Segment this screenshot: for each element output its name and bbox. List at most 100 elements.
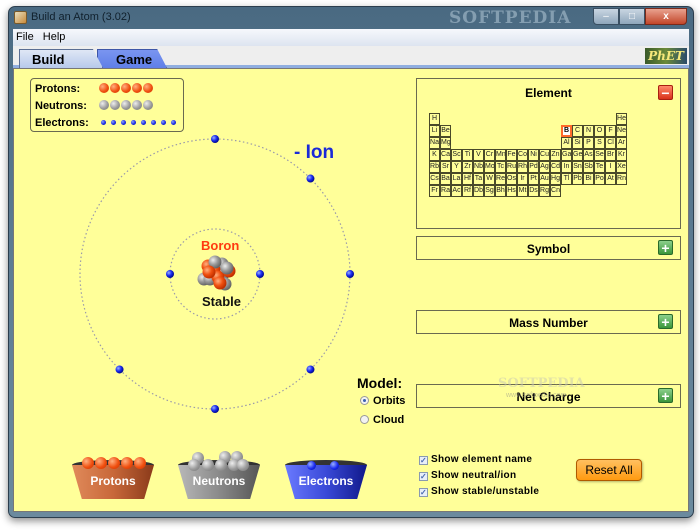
element-cell-bi[interactable]: Bi <box>583 173 594 185</box>
element-cell-o[interactable]: O <box>594 125 605 137</box>
electron[interactable] <box>115 365 124 374</box>
bucket-neutron[interactable] <box>215 459 227 471</box>
element-cell-hg[interactable]: Hg <box>550 173 561 185</box>
element-cell-ra[interactable]: Ra <box>440 185 451 197</box>
phet-logo[interactable]: PhET <box>645 48 687 64</box>
element-cell-cu[interactable]: Cu <box>539 149 550 161</box>
neutrons-bucket[interactable]: Neutrons <box>178 450 260 500</box>
element-cell-bh[interactable]: Bh <box>495 185 506 197</box>
maximize-button[interactable]: □ <box>619 8 645 25</box>
element-cell-cs[interactable]: Cs <box>429 173 440 185</box>
bucket-proton[interactable] <box>134 457 146 469</box>
element-cell-tc[interactable]: Tc <box>495 161 506 173</box>
element-cell-sr[interactable]: Sr <box>440 161 451 173</box>
element-cell-ne[interactable]: Ne <box>616 125 627 137</box>
bucket-proton[interactable] <box>108 457 120 469</box>
element-cell-ar[interactable]: Ar <box>616 137 627 149</box>
element-cell-zr[interactable]: Zr <box>462 161 473 173</box>
nucleus[interactable] <box>197 255 236 291</box>
element-cell-al[interactable]: Al <box>561 137 572 149</box>
tab-game[interactable]: Game <box>97 49 167 68</box>
expand-mass-number-button[interactable]: + <box>658 314 673 329</box>
element-cell-cn[interactable]: Cn <box>550 185 561 197</box>
bucket-electron[interactable] <box>307 461 316 470</box>
show-element-name-checkbox[interactable]: ✓ Show element name <box>419 454 532 465</box>
expand-net-charge-button[interactable]: + <box>658 388 673 403</box>
element-cell-ac[interactable]: Ac <box>451 185 462 197</box>
bucket-neutron[interactable] <box>202 459 214 471</box>
element-cell-c[interactable]: C <box>572 125 583 137</box>
element-cell-rg[interactable]: Rg <box>539 185 550 197</box>
element-cell-si[interactable]: Si <box>572 137 583 149</box>
element-cell-la[interactable]: La <box>451 173 462 185</box>
protons-bucket[interactable]: Protons <box>72 450 154 500</box>
element-cell-f[interactable]: F <box>605 125 616 137</box>
element-cell-hf[interactable]: Hf <box>462 173 473 185</box>
bucket-neutron[interactable] <box>188 459 200 471</box>
element-cell-sn[interactable]: Sn <box>572 161 583 173</box>
element-cell-cd[interactable]: Cd <box>550 161 561 173</box>
element-cell-kr[interactable]: Kr <box>616 149 627 161</box>
element-cell-xe[interactable]: Xe <box>616 161 627 173</box>
element-cell-ds[interactable]: Ds <box>528 185 539 197</box>
element-cell-ta[interactable]: Ta <box>473 173 484 185</box>
element-cell-b[interactable]: B <box>561 125 572 137</box>
electron[interactable] <box>211 405 219 413</box>
element-cell-nb[interactable]: Nb <box>473 161 484 173</box>
element-cell-ni[interactable]: Ni <box>528 149 539 161</box>
element-cell-db[interactable]: Db <box>473 185 484 197</box>
element-cell-rn[interactable]: Rn <box>616 173 627 185</box>
checkbox-checked-icon[interactable]: ✓ <box>419 472 428 481</box>
minimize-button[interactable]: – <box>593 8 619 25</box>
element-cell-zn[interactable]: Zn <box>550 149 561 161</box>
element-cell-as[interactable]: As <box>583 149 594 161</box>
element-cell-p[interactable]: P <box>583 137 594 149</box>
model-orbits-radio[interactable]: Orbits <box>360 395 405 407</box>
menu-help[interactable]: Help <box>40 29 69 43</box>
element-cell-rb[interactable]: Rb <box>429 161 440 173</box>
element-cell-ir[interactable]: Ir <box>517 173 528 185</box>
element-cell-rh[interactable]: Rh <box>517 161 528 173</box>
element-cell-tl[interactable]: Tl <box>561 173 572 185</box>
electron[interactable] <box>211 135 219 143</box>
checkbox-checked-icon[interactable]: ✓ <box>419 488 428 497</box>
element-cell-y[interactable]: Y <box>451 161 462 173</box>
element-cell-cl[interactable]: Cl <box>605 137 616 149</box>
show-stable-unstable-checkbox[interactable]: ✓ Show stable/unstable <box>419 486 539 497</box>
element-cell-te[interactable]: Te <box>594 161 605 173</box>
element-cell-in[interactable]: In <box>561 161 572 173</box>
close-button[interactable]: x <box>645 8 687 25</box>
element-cell-pd[interactable]: Pd <box>528 161 539 173</box>
element-cell-mg[interactable]: Mg <box>440 137 451 149</box>
element-cell-k[interactable]: K <box>429 149 440 161</box>
element-cell-re[interactable]: Re <box>495 173 506 185</box>
reset-all-button[interactable]: Reset All <box>576 459 642 481</box>
element-cell-sc[interactable]: Sc <box>451 149 462 161</box>
menu-file[interactable]: File <box>13 29 37 43</box>
element-cell-li[interactable]: Li <box>429 125 440 137</box>
electron[interactable] <box>166 270 174 278</box>
element-cell-mt[interactable]: Mt <box>517 185 528 197</box>
electron[interactable] <box>346 270 354 278</box>
element-cell-ge[interactable]: Ge <box>572 149 583 161</box>
model-cloud-radio[interactable]: Cloud <box>360 414 404 426</box>
electron[interactable] <box>306 365 315 374</box>
bucket-proton[interactable] <box>95 457 107 469</box>
element-cell-ba[interactable]: Ba <box>440 173 451 185</box>
element-cell-na[interactable]: Na <box>429 137 440 149</box>
element-cell-ca[interactable]: Ca <box>440 149 451 161</box>
element-cell-n[interactable]: N <box>583 125 594 137</box>
bucket-neutron[interactable] <box>237 459 249 471</box>
element-cell-mo[interactable]: Mo <box>484 161 495 173</box>
checkbox-checked-icon[interactable]: ✓ <box>419 456 428 465</box>
element-cell-ga[interactable]: Ga <box>561 149 572 161</box>
element-cell-hs[interactable]: Hs <box>506 185 517 197</box>
element-cell-au[interactable]: Au <box>539 173 550 185</box>
expand-symbol-button[interactable]: + <box>658 240 673 255</box>
element-cell-pt[interactable]: Pt <box>528 173 539 185</box>
element-cell-br[interactable]: Br <box>605 149 616 161</box>
element-cell-w[interactable]: W <box>484 173 495 185</box>
element-cell-h[interactable]: H <box>429 113 440 125</box>
element-cell-be[interactable]: Be <box>440 125 451 137</box>
bucket-electron[interactable] <box>330 461 339 470</box>
